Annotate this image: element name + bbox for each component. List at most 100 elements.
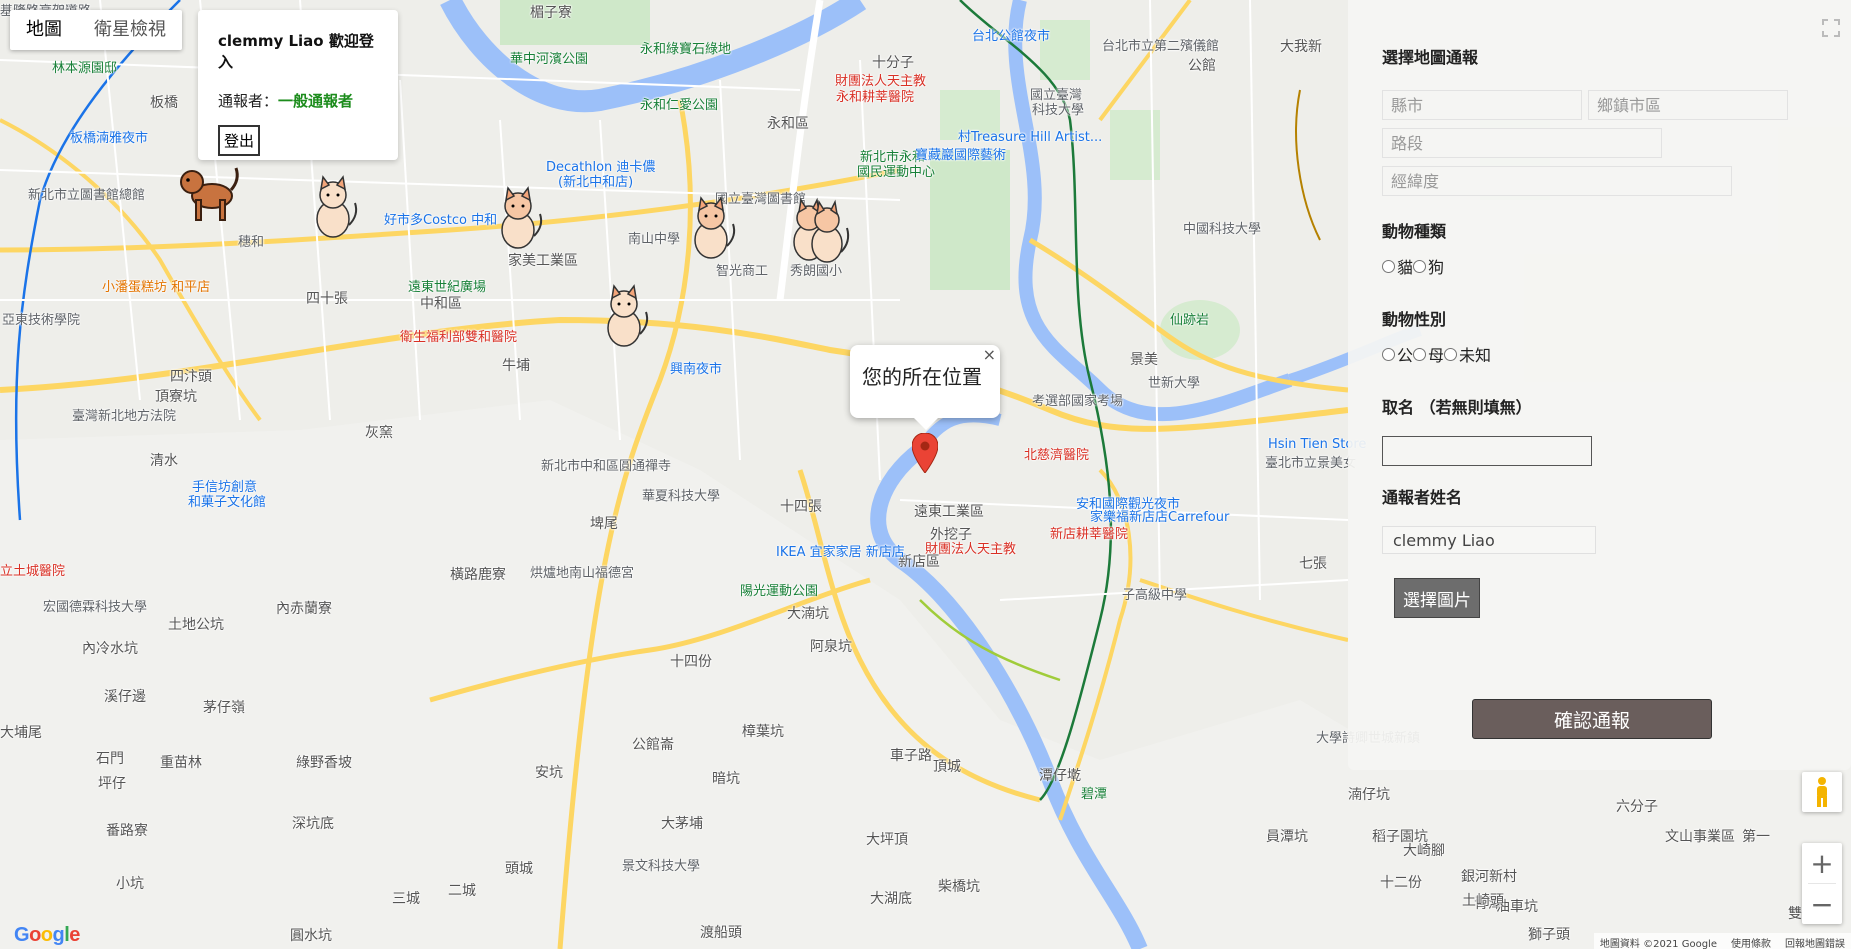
close-icon[interactable]: × — [983, 345, 996, 364]
map-place-label[interactable]: 中國科技大學 — [1183, 218, 1261, 237]
map-place-label[interactable]: 四汴頭 — [170, 366, 212, 386]
map-place-label[interactable]: 新店耕莘醫院 — [1050, 523, 1128, 542]
map-place-label[interactable]: 子高級中學 — [1122, 584, 1187, 603]
map-place-label[interactable]: 智光商工 — [716, 260, 768, 279]
map-place-label[interactable]: 綠野香坡 — [296, 752, 352, 772]
map-type-map-button[interactable]: 地圖 — [10, 10, 78, 50]
map-place-label[interactable]: 臺灣新北地方法院 — [72, 405, 176, 424]
map-place-label[interactable]: 和菓子文化館 — [188, 491, 266, 510]
map-place-label[interactable]: 十四張 — [780, 496, 822, 516]
map-place-label[interactable]: 坪仔 — [98, 773, 126, 793]
map-place-label[interactable]: 永和綠寶石綠地 — [640, 38, 731, 57]
map-place-label[interactable]: 七張 — [1299, 553, 1327, 573]
map-place-label[interactable]: 小潘蛋糕坊 和平店 — [102, 276, 210, 295]
map-place-label[interactable]: 烘爐地南山福德宮 — [530, 562, 634, 581]
zoom-out-button[interactable]: − — [1802, 884, 1842, 924]
map-place-label[interactable]: 大我新 — [1280, 36, 1322, 56]
dog-marker[interactable] — [176, 160, 246, 226]
report-error-link[interactable]: 回報地圖錯誤 — [1785, 935, 1845, 949]
map-place-label[interactable]: 內赤蘭寮 — [276, 598, 332, 618]
map-place-label[interactable]: 中和區 — [420, 293, 462, 313]
map-place-label[interactable]: 番路寮 — [106, 820, 148, 840]
cat-marker[interactable] — [683, 196, 739, 260]
map-place-label[interactable]: 永和耕莘醫院 — [836, 86, 914, 105]
map-place-label[interactable]: 公館 — [1188, 55, 1216, 75]
map-place-label[interactable]: 二城 — [448, 880, 476, 900]
map-place-label[interactable]: 碧潭 — [1081, 783, 1107, 802]
road-input[interactable] — [1382, 128, 1662, 158]
map-place-label[interactable]: 興南夜市 — [670, 358, 722, 377]
map-place-label[interactable]: 三城 — [392, 888, 420, 908]
map-place-label[interactable]: 銀河新村 — [1461, 866, 1517, 886]
map-place-label[interactable]: 永和仁愛公園 — [640, 94, 718, 113]
map-place-label[interactable]: 埤尾 — [590, 513, 618, 533]
reporter-name-input[interactable] — [1382, 526, 1596, 554]
map-place-label[interactable]: 景美 — [1130, 349, 1158, 369]
map-place-label[interactable]: 員潭坑 — [1266, 826, 1308, 846]
map-place-label[interactable]: 清水 — [150, 450, 178, 470]
map-place-label[interactable]: 獅子頭 — [1528, 924, 1570, 944]
map-place-label[interactable]: 考選部國家考場 — [1032, 390, 1123, 409]
cat-group-marker[interactable] — [785, 196, 855, 266]
map-place-label[interactable]: 湳仔坑 — [1348, 784, 1390, 804]
map-place-label[interactable]: 新北市立圖書館總館 — [28, 184, 145, 203]
map-place-label[interactable]: 渡船頭 — [700, 922, 742, 942]
map-place-label[interactable]: 穗和 — [238, 231, 264, 250]
animal-name-input[interactable] — [1382, 436, 1592, 466]
map-place-label[interactable]: 十分子 — [872, 52, 914, 72]
map-place-label[interactable]: 安坑 — [535, 762, 563, 782]
map-place-label[interactable]: 仙跡岩 — [1170, 309, 1209, 328]
zoom-in-button[interactable]: + — [1802, 843, 1842, 883]
map-place-label[interactable]: 石門 — [96, 748, 124, 768]
cat-marker[interactable] — [490, 186, 546, 250]
map-place-label[interactable]: 寶藏巖國際藝術 — [915, 144, 1006, 163]
map-place-label[interactable]: 景文科技大學 — [622, 855, 700, 874]
terms-link[interactable]: 使用條款 — [1731, 935, 1771, 949]
map-place-label[interactable]: 重苗林 — [160, 752, 202, 772]
map-place-label[interactable]: 大坪頂 — [866, 829, 908, 849]
map-place-label[interactable]: 立土城醫院 — [0, 560, 65, 579]
map-place-label[interactable]: 國民運動中心 — [857, 161, 935, 180]
confirm-report-button[interactable]: 確認通報 — [1472, 699, 1712, 739]
map-place-label[interactable]: 十二份 — [1380, 872, 1422, 892]
map-place-label[interactable]: 家樂福新店店Carrefour — [1090, 506, 1229, 525]
location-pin-icon[interactable] — [912, 433, 938, 473]
map-place-label[interactable]: 台北市立第二殯儀館 — [1102, 35, 1219, 54]
map-place-label[interactable]: 深坑底 — [292, 813, 334, 833]
map-place-label[interactable]: 暗坑 — [712, 768, 740, 788]
map-place-label[interactable]: IKEA 宜家家居 新店店 — [776, 541, 905, 560]
map-place-label[interactable]: 大湳坑 — [787, 603, 829, 623]
map-place-label[interactable]: 十四份 — [670, 651, 712, 671]
google-logo[interactable]: Google — [14, 924, 80, 947]
cat-marker[interactable] — [305, 175, 361, 239]
map-place-label[interactable]: 科技大學 — [1032, 99, 1084, 118]
map-place-label[interactable]: 華夏科技大學 — [642, 485, 720, 504]
map-place-label[interactable]: 台北公館夜市 — [972, 25, 1050, 44]
map-place-label[interactable]: 好市多Costco 中和 — [384, 209, 497, 228]
map-place-label[interactable]: 衛生福利部雙和醫院 — [400, 326, 517, 345]
species-dog-radio[interactable] — [1413, 259, 1427, 273]
map-place-label[interactable]: 公館崙 — [632, 734, 674, 754]
map-place-label[interactable]: 板橋 — [150, 92, 178, 112]
map-place-label[interactable]: 土崎頭 — [1462, 890, 1504, 910]
species-cat-radio[interactable] — [1382, 259, 1395, 273]
choose-image-button[interactable]: 選擇圖片 — [1394, 578, 1480, 618]
street-view-pegman[interactable] — [1802, 772, 1842, 812]
map-place-label[interactable]: 臺北市立景美女 — [1265, 452, 1356, 471]
map-place-label[interactable]: 樟葉坑 — [742, 721, 784, 741]
map-place-label[interactable]: 六分子 — [1616, 796, 1658, 816]
sex-female-radio[interactable] — [1413, 347, 1427, 361]
map-place-label[interactable]: (新北中和店) — [558, 171, 633, 190]
map-place-label[interactable]: 宏國德霖科技大學 — [43, 596, 147, 615]
map-place-label[interactable]: 村Treasure Hill Artist... — [958, 126, 1102, 145]
map-place-label[interactable]: 華中河濱公園 — [510, 48, 588, 67]
map-place-label[interactable]: 牛埔 — [502, 355, 530, 375]
map-place-label[interactable]: 板橋湳雅夜市 — [70, 127, 148, 146]
map-place-label[interactable]: 車子路 — [890, 745, 932, 765]
logout-button[interactable]: 登出 — [218, 125, 261, 156]
cat-marker[interactable] — [596, 284, 652, 348]
fullscreen-icon[interactable] — [1821, 18, 1841, 38]
map-place-label[interactable]: 四十張 — [306, 288, 348, 308]
sex-male-radio[interactable] — [1382, 347, 1395, 361]
map-place-label[interactable]: 阿泉坑 — [810, 636, 852, 656]
